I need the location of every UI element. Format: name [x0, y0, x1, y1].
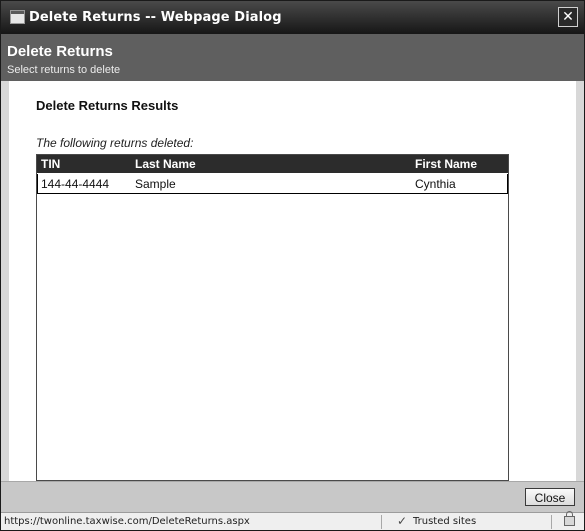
status-divider	[381, 515, 382, 529]
dialog-subtitle: Select returns to delete	[7, 64, 121, 76]
dialog-content: Delete Returns Results The following ret…	[9, 81, 576, 481]
status-bar: https://twonline.taxwise.com/DeleteRetur…	[1, 511, 584, 530]
lock-icon	[564, 511, 575, 526]
security-zone: Trusted sites	[413, 516, 477, 527]
results-heading: Delete Returns Results	[36, 98, 179, 113]
dialog-header: Delete Returns Select returns to delete	[1, 34, 584, 81]
deleted-note: The following returns deleted:	[36, 136, 194, 150]
close-button[interactable]: Close	[525, 488, 575, 506]
table-header: TIN Last Name First Name	[37, 155, 508, 173]
window-icon	[10, 10, 25, 24]
dialog-title: Delete Returns	[7, 43, 113, 60]
column-header-tin[interactable]: TIN	[41, 157, 60, 171]
check-icon: ✓	[397, 514, 408, 528]
cell-tin: 144-44-4444	[41, 177, 110, 191]
results-table: TIN Last Name First Name 144-44-4444 Sam…	[36, 154, 509, 481]
status-url: https://twonline.taxwise.com/DeleteRetur…	[4, 516, 250, 527]
dialog-footer: Close	[1, 481, 584, 512]
table-row[interactable]: 144-44-4444 Sample Cynthia	[37, 174, 508, 194]
cell-last-name: Sample	[135, 177, 176, 191]
column-header-last-name[interactable]: Last Name	[135, 157, 196, 171]
status-divider	[551, 515, 552, 529]
column-header-first-name[interactable]: First Name	[415, 157, 477, 171]
webpage-dialog: Delete Returns -- Webpage Dialog ✕ Delet…	[0, 0, 585, 531]
title-bar[interactable]: Delete Returns -- Webpage Dialog ✕	[1, 1, 584, 34]
close-window-icon[interactable]: ✕	[558, 7, 578, 27]
window-title: Delete Returns -- Webpage Dialog	[29, 10, 282, 25]
cell-first-name: Cynthia	[415, 177, 456, 191]
